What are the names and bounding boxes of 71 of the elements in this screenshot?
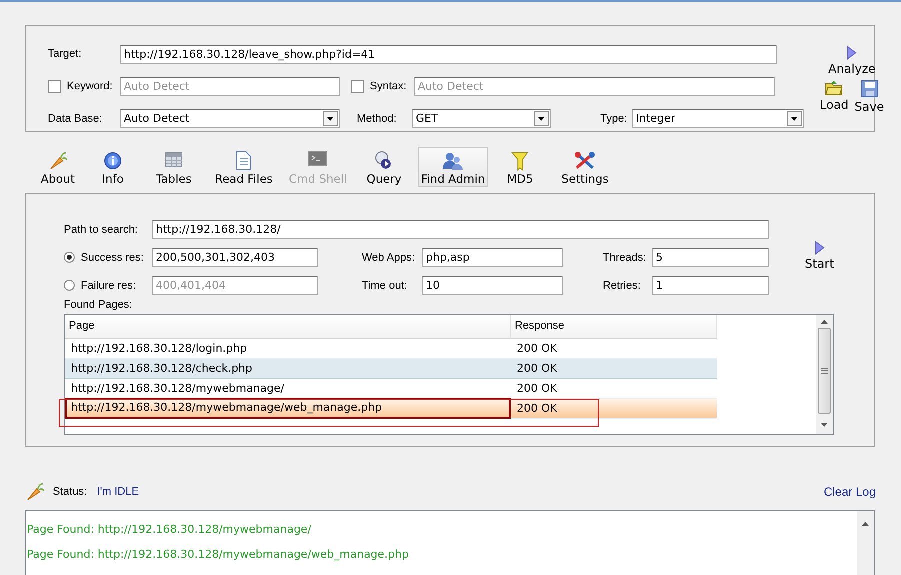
table-row[interactable]: http://192.168.30.128/mywebmanage/web_manage.php 200 OK [65,399,717,419]
target-url-field[interactable]: http://192.168.30.128/leave_show.php?id=41 [120,44,777,64]
path-field[interactable]: http://192.168.30.128/ [152,220,769,239]
field-label: Threads: [603,252,648,264]
field-label: Failure res: [81,280,136,292]
threads-field[interactable]: 5 [652,248,769,267]
field-label: Path to search: [64,224,139,236]
log-line: Page Found: http://192.168.30.128/mywebmanage/web_manage.php [27,548,410,561]
column-header[interactable]: Response [511,315,717,338]
info-icon [103,151,123,171]
key-icon [510,151,530,172]
column-header[interactable]: Page [65,315,511,338]
users-icon [442,151,464,171]
field-label: Time out: [362,280,408,292]
toolbar-tab[interactable]: About [36,147,80,187]
success-codes-field[interactable]: 200,500,301,302,403 [152,248,318,267]
toolbar-tab[interactable]: Read Files [206,147,282,187]
carrot-icon [48,151,68,171]
field-label: Keyword: [67,80,113,92]
radio-button[interactable] [64,252,75,264]
table-cell-text: 200 OK [516,381,558,397]
status-value: I'm IDLE [97,486,140,498]
field-label: Syntax: [370,80,407,92]
field-label: Target: [48,48,83,60]
toolbar-tab[interactable]: Find Admin [418,147,488,187]
table-row[interactable]: http://192.168.30.128/check.php 200 OK [65,359,717,379]
table-icon [165,151,183,169]
table-cell-text: 200 OK [516,341,558,357]
field-label: Retries: [603,280,642,292]
database-dropdown[interactable]: Auto Detect [120,109,340,128]
log-line: Page Found: http://192.168.30.128/mywebmanage/ [27,523,312,536]
checkbox[interactable] [48,80,61,93]
field-label: Success res: [81,252,144,264]
scrollbar-thumb[interactable] [818,328,831,414]
field-label: Web Apps: [362,252,416,264]
table-cell-text: http://192.168.30.128/login.php [70,341,248,357]
checkbox[interactable] [351,80,364,93]
scroll-up-icon[interactable] [821,318,828,326]
type-dropdown[interactable]: Integer [632,109,804,128]
start-button[interactable]: Start [805,241,834,271]
toolbar-tab[interactable]: Tables [146,147,202,187]
timeout-field[interactable]: 10 [422,276,563,295]
play-icon [847,46,858,60]
status-label: Status: [53,486,88,498]
web-apps-field[interactable]: php,asp [422,248,563,267]
field-label: Type: [600,112,628,125]
table-cell-text: 200 OK [516,401,558,417]
table-cell-text: http://192.168.30.128/check.php [70,361,254,377]
table-cell: http://192.168.30.128/mywebmanage/web_manage.php [65,398,511,419]
clear-log-link[interactable]: Clear Log [824,485,876,499]
retries-field[interactable]: 1 [652,276,769,295]
play-icon [814,241,825,255]
document-icon [236,151,252,171]
carrot-icon [25,482,45,502]
field-label: Method: [357,112,398,125]
save-button[interactable]: Save [854,80,884,114]
terminal-icon [308,151,328,167]
toolbar-tab[interactable]: Settings [552,147,618,187]
analyze-button[interactable]: Analyze [828,46,876,76]
method-dropdown[interactable]: GET [412,109,551,128]
tools-icon [574,151,596,171]
toolbar-tab[interactable]: Info [84,147,142,187]
radio-button[interactable] [64,280,75,292]
folder-icon [825,80,844,96]
section-label: Found Pages: [64,299,134,311]
table-cell-text: http://192.168.30.128/mywebmanage/ [70,381,286,397]
field-label: Data Base: [48,112,104,125]
table-cell-text: 200 OK [516,361,558,377]
toolbar-tab[interactable]: MD5 [492,147,548,187]
load-button[interactable]: Load [820,80,849,114]
toolbar-tab[interactable]: Query [354,147,414,187]
